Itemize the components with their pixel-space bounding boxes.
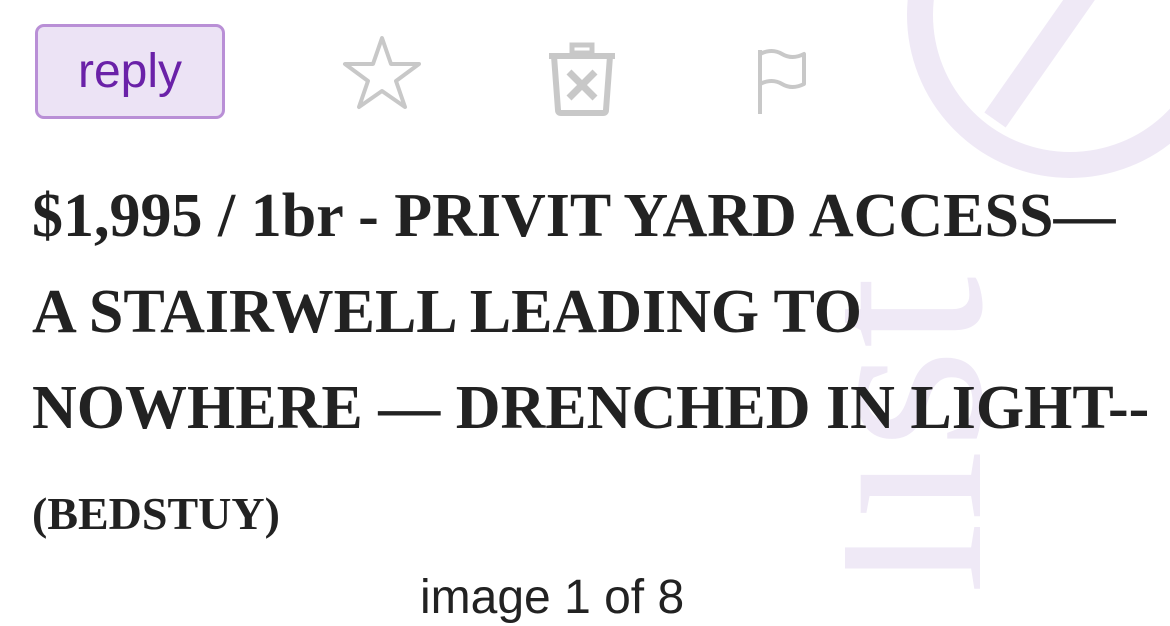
posting-title: $1,995 / 1br - PRIVIT YARD ACCESS—A STAI…	[32, 168, 1152, 562]
hide-icon[interactable]	[546, 42, 618, 116]
posting-neighborhood: (BEDSTUY)	[32, 488, 280, 539]
star-icon[interactable]	[342, 34, 422, 110]
flag-icon[interactable]	[752, 48, 808, 116]
posting-title-text: $1,995 / 1br - PRIVIT YARD ACCESS—A STAI…	[32, 182, 1150, 442]
reply-button[interactable]: reply	[35, 24, 225, 119]
posting-toolbar: reply	[0, 0, 900, 140]
image-counter: image 1 of 8	[420, 571, 685, 624]
